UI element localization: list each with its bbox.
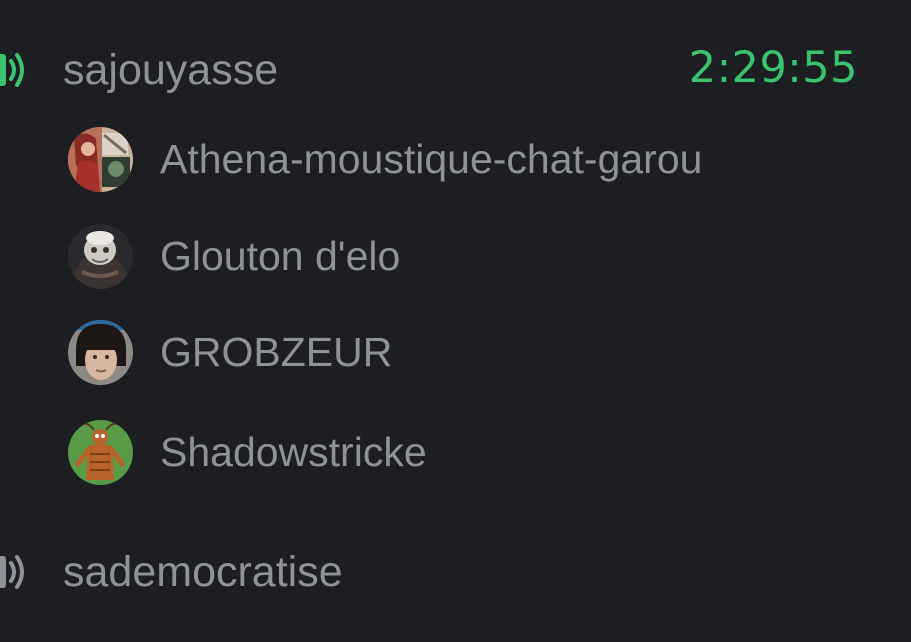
speaker-icon	[0, 555, 24, 589]
avatar	[68, 420, 133, 485]
voice-channel-sajouyasse[interactable]: sajouyasse 2:29:55	[0, 40, 911, 100]
member-name: GROBZEUR	[160, 329, 393, 375]
channel-name: sademocratise	[63, 548, 343, 596]
voice-member[interactable]: GROBZEUR	[0, 318, 911, 388]
avatar	[68, 224, 133, 289]
member-name: Shadowstricke	[160, 429, 427, 475]
member-name: Athena-moustique-chat-garou	[160, 136, 703, 182]
avatar	[68, 320, 133, 385]
channel-name: sajouyasse	[63, 46, 279, 94]
member-name: Glouton d'elo	[160, 233, 401, 279]
voice-member[interactable]: Glouton d'elo	[0, 222, 911, 292]
speaker-icon	[0, 53, 24, 87]
voice-member[interactable]: Shadowstricke	[0, 418, 911, 488]
voice-channel-sademocratise[interactable]: sademocratise	[0, 542, 911, 602]
avatar	[68, 127, 133, 192]
voice-member[interactable]: Athena-moustique-chat-garou	[0, 125, 911, 195]
call-timer: 2:29:55	[688, 43, 858, 93]
